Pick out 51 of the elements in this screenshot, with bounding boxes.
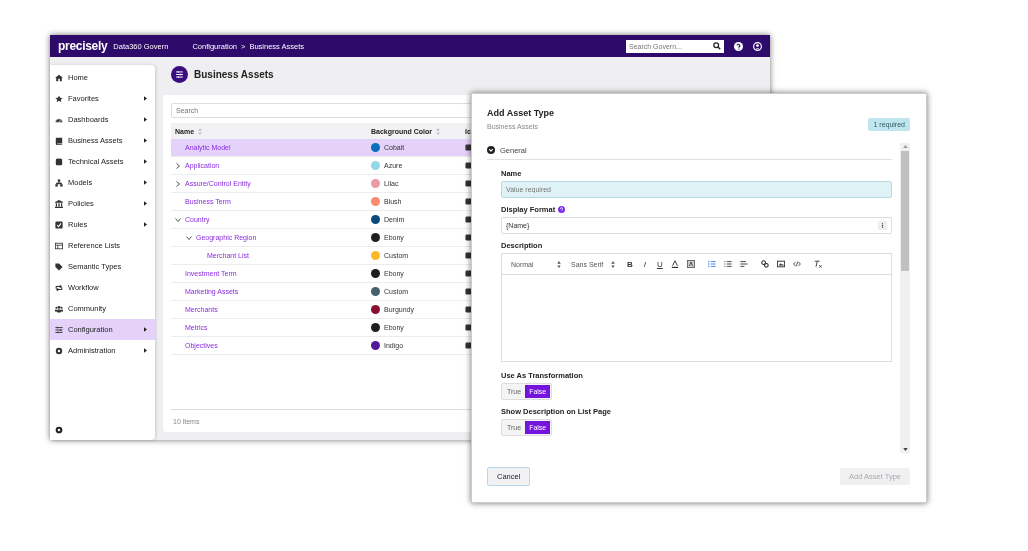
search-icon (713, 42, 721, 50)
asset-icon (465, 342, 472, 349)
help-icon[interactable] (734, 41, 743, 51)
asset-icon (465, 252, 472, 259)
page-title: Business Assets (194, 68, 274, 80)
asset-icon (465, 162, 472, 169)
asset-icon (465, 234, 472, 241)
logo[interactable]: precisely (58, 39, 108, 53)
database-icon (55, 157, 63, 166)
book-icon (55, 136, 63, 145)
ordered-list-icon[interactable] (708, 260, 717, 268)
text-color-icon[interactable] (671, 260, 680, 268)
settings-icon[interactable] (55, 426, 63, 434)
asset-icon (465, 306, 472, 313)
home-icon (55, 73, 63, 82)
search-button[interactable] (710, 39, 724, 53)
checkbox-icon (55, 220, 63, 229)
scroll-down-icon[interactable] (902, 448, 908, 451)
asset-icon (465, 144, 472, 151)
asset-icon (465, 324, 472, 331)
code-icon[interactable] (793, 260, 802, 268)
sliders-icon (171, 65, 188, 83)
updown-icon (557, 260, 561, 268)
cycle-icon (55, 283, 63, 292)
tag-icon (55, 262, 63, 271)
image-icon[interactable] (777, 260, 786, 268)
asset-icon (465, 198, 472, 205)
bullet-list-icon[interactable] (724, 260, 733, 268)
more-icon[interactable] (878, 221, 887, 230)
star-icon (55, 94, 63, 103)
help-icon[interactable] (558, 206, 566, 213)
asset-icon (465, 270, 472, 277)
gauge-icon (55, 115, 63, 124)
chevron-icon[interactable] (487, 146, 495, 154)
link-icon[interactable] (761, 260, 770, 268)
clear-format-icon[interactable] (814, 260, 823, 268)
asset-icon (465, 216, 472, 223)
dialog-title: Add Asset Type (487, 108, 554, 118)
people-icon (55, 304, 63, 313)
user-icon[interactable] (753, 41, 762, 51)
updown-icon (611, 260, 616, 268)
gear-icon (55, 346, 63, 355)
bank-icon (55, 199, 63, 208)
asset-icon (465, 180, 472, 187)
asset-icon (465, 288, 472, 295)
table-icon (55, 241, 63, 250)
highlight-icon[interactable] (687, 260, 696, 268)
align-icon[interactable] (740, 260, 749, 268)
sliders-icon (55, 325, 63, 334)
scrollbar[interactable] (900, 143, 910, 453)
hierarchy-icon (55, 178, 63, 187)
